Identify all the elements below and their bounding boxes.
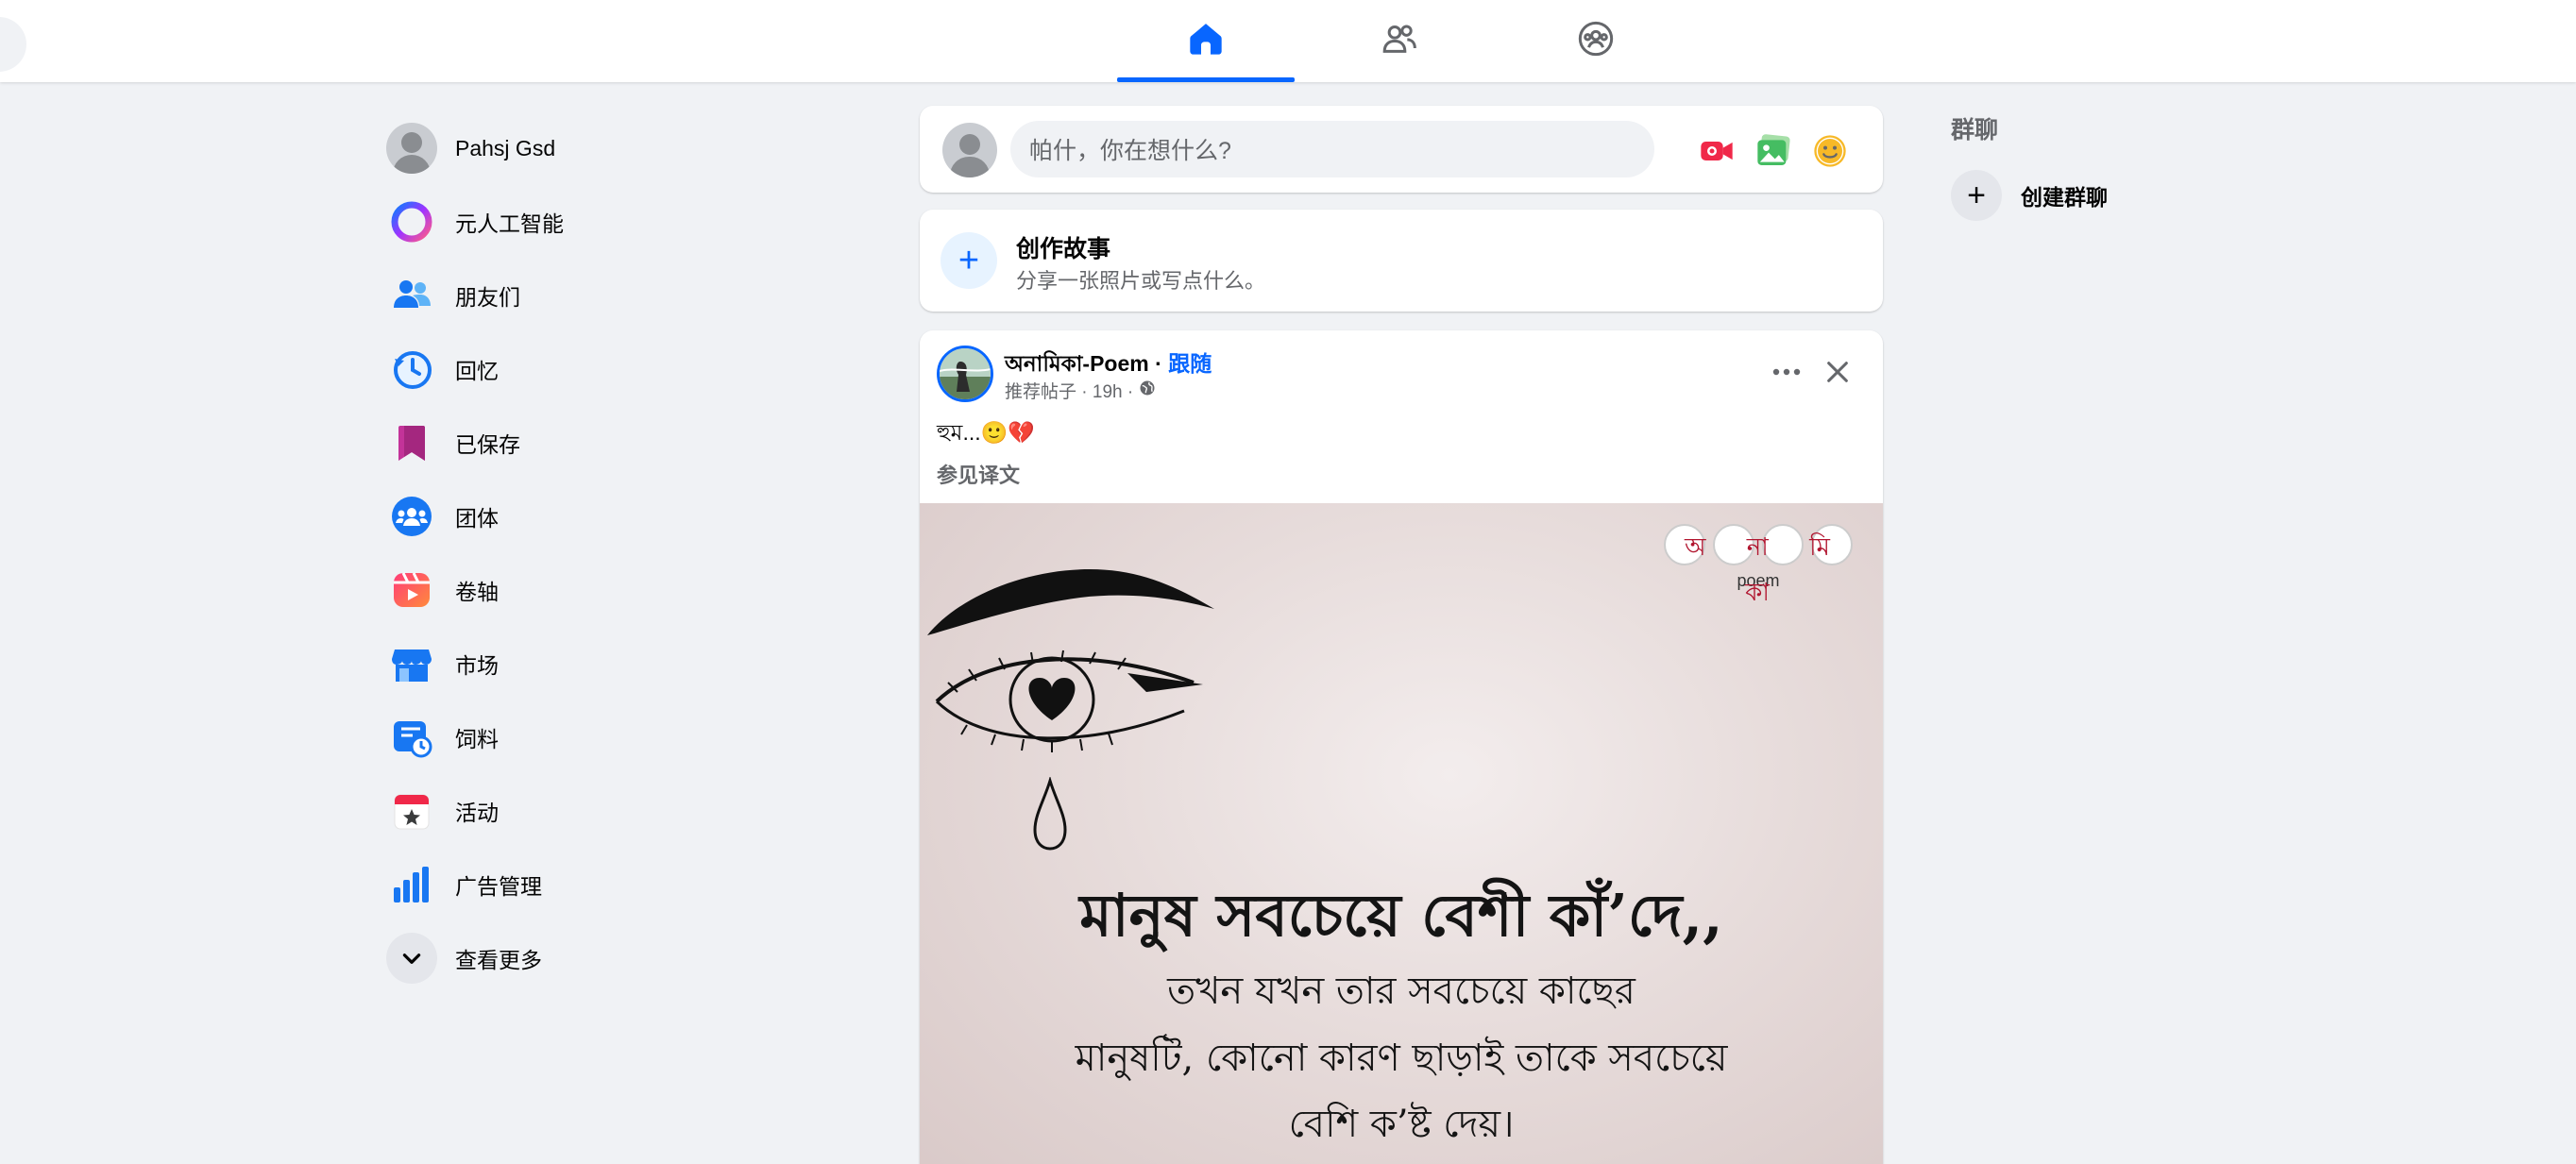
sidebar-item-see-more[interactable]: 查看更多 xyxy=(385,921,839,995)
photo-icon[interactable] xyxy=(1753,130,1794,172)
live-video-icon[interactable] xyxy=(1696,130,1737,172)
create-group-chat-label: 创建群聊 xyxy=(2021,185,2108,210)
friends-icon xyxy=(385,269,438,322)
logo-letters: অ না মি কা xyxy=(1685,532,1847,606)
story-subtitle: 分享一张照片或写点什么。 xyxy=(1016,269,1266,293)
create-group-chat-button[interactable]: + 创建群聊 xyxy=(1951,170,2329,221)
sidebar-item-label: 回忆 xyxy=(455,359,499,383)
sidebar-item-label: 已保存 xyxy=(455,432,520,457)
image-quote-line: মানুষটি, কোনো কারণ ছাড়াই তাকে সবচেয়ে xyxy=(1075,1037,1728,1080)
sidebar-item-friends[interactable]: 朋友们 xyxy=(385,259,839,332)
friends-icon xyxy=(1381,20,1418,62)
avatar[interactable] xyxy=(942,123,997,177)
heart-eye-drawing xyxy=(935,649,1203,752)
close-icon[interactable] xyxy=(1817,351,1858,393)
sidebar-item-marketplace[interactable]: 市场 xyxy=(385,627,839,700)
plus-icon: + xyxy=(1951,170,2002,221)
feeling-icon[interactable] xyxy=(1809,130,1851,172)
see-translation-link[interactable]: 参见译文 xyxy=(937,459,1020,489)
profile-avatar xyxy=(385,122,438,175)
sidebar-item-label: 朋友们 xyxy=(455,285,520,310)
create-story-card[interactable]: + 创作故事 分享一张照片或写点什么。 xyxy=(920,210,1883,312)
groups-icon xyxy=(1577,20,1615,62)
sidebar-item-label: Pahsj Gsd xyxy=(455,135,556,160)
plus-icon: + xyxy=(941,232,997,289)
reels-icon xyxy=(385,564,438,616)
sidebar-item-ads-manager[interactable]: 广告管理 xyxy=(385,848,839,921)
sidebar-item-feeds[interactable]: 饲料 xyxy=(385,700,839,774)
sidebar-item-groups[interactable]: 团体 xyxy=(385,480,839,553)
post-image[interactable]: অ না মি কা poem মানুষ সবচেয়ে বেশী কাঁ’দ… xyxy=(920,503,1883,1164)
tab-groups[interactable] xyxy=(1507,0,1685,82)
post-meta: 推荐帖子 · 19h · xyxy=(1005,378,1156,403)
post-composer: 帕什，你在想什么? xyxy=(920,106,1883,193)
memories-icon xyxy=(385,343,438,396)
sidebar-item-label: 市场 xyxy=(455,653,499,678)
sidebar-item-saved[interactable]: 已保存 xyxy=(385,406,839,480)
sidebar-item-events[interactable]: 活动 xyxy=(385,774,839,848)
sidebar-item-label: 团体 xyxy=(455,506,499,531)
post-text: হুম...🙂💔 xyxy=(937,420,1035,445)
chevron-down-icon xyxy=(385,932,438,985)
search-field-edge[interactable] xyxy=(0,17,26,72)
tab-friends[interactable] xyxy=(1311,0,1488,82)
anamika-poem-logo: অ না মি কা poem xyxy=(1654,524,1862,606)
sidebar-item-label: 饲料 xyxy=(455,727,499,751)
meta-ai-icon xyxy=(385,195,438,248)
author-avatar[interactable] xyxy=(937,346,993,402)
group-chats-title: 群聊 xyxy=(1951,117,1999,143)
image-quote-line: বেশি ক’ষ্ট দেয়। xyxy=(1288,1103,1515,1146)
story-title: 创作故事 xyxy=(1016,236,1111,262)
left-sidebar: Pahsj Gsd 元人工智能 朋友们 回忆 已保存 团体 卷轴 市场 饲料 活… xyxy=(385,111,839,995)
image-quote-line: মানুষ সবচেয়ে বেশী কাঁ’দে,, xyxy=(1079,881,1723,950)
author-name[interactable]: অনামিকা-Poem xyxy=(1005,351,1149,376)
post-meta-text[interactable]: 推荐帖子 · 19h · xyxy=(1005,378,1133,403)
follow-button[interactable]: 跟随 xyxy=(1168,351,1212,376)
image-quote-line: তখন যখন তার সবচেয়ে কাছের xyxy=(1167,970,1635,1013)
sidebar-item-profile[interactable]: Pahsj Gsd xyxy=(385,111,839,185)
right-column: 群聊 + 创建群聊 xyxy=(1951,111,2329,221)
events-icon xyxy=(385,784,438,837)
eyebrow-drawing xyxy=(927,569,1214,635)
sidebar-item-memories[interactable]: 回忆 xyxy=(385,332,839,406)
sidebar-item-label: 查看更多 xyxy=(455,948,542,972)
tab-home[interactable] xyxy=(1117,0,1295,82)
sidebar-item-meta-ai[interactable]: 元人工智能 xyxy=(385,185,839,259)
home-icon xyxy=(1187,20,1225,62)
feed-post: অনামিকা-Poem · 跟随 推荐帖子 · 19h · হুম...🙂💔 … xyxy=(920,330,1883,1164)
sidebar-item-label: 元人工智能 xyxy=(455,211,564,236)
marketplace-icon xyxy=(385,637,438,690)
author-separator: · xyxy=(1148,351,1169,376)
top-navigation-bar xyxy=(0,0,2576,82)
whats-on-your-mind-input[interactable]: 帕什，你在想什么? xyxy=(1010,121,1654,177)
saved-icon xyxy=(385,416,438,469)
sidebar-item-reels[interactable]: 卷轴 xyxy=(385,553,839,627)
sidebar-item-label: 卷轴 xyxy=(455,580,499,604)
sidebar-item-label: 广告管理 xyxy=(455,874,542,899)
more-options-icon[interactable] xyxy=(1766,351,1807,393)
ads-manager-icon xyxy=(385,858,438,911)
feeds-icon xyxy=(385,711,438,764)
globe-icon xyxy=(1139,380,1156,402)
sidebar-item-label: 活动 xyxy=(455,801,499,825)
groups-icon xyxy=(385,490,438,543)
teardrop-drawing xyxy=(1033,777,1067,851)
